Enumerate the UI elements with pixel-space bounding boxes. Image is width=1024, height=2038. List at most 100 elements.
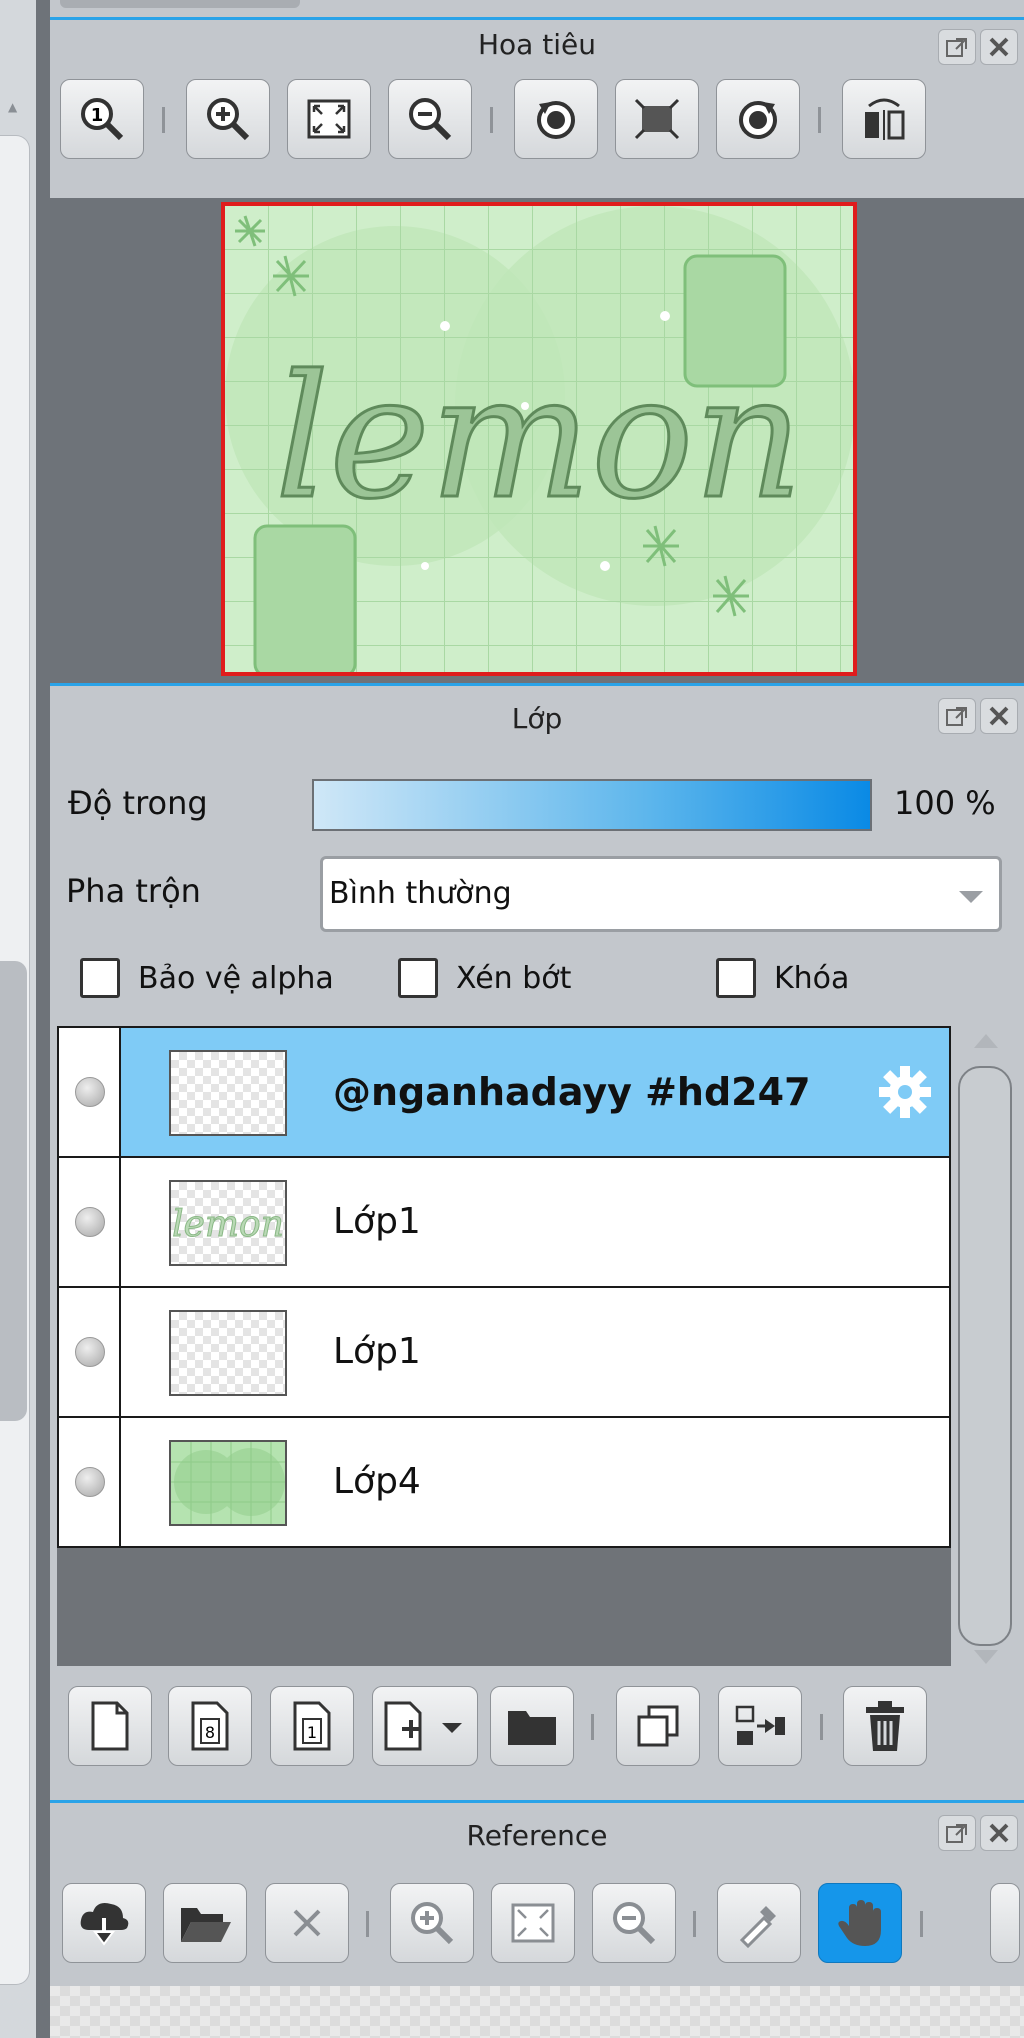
opacity-slider[interactable] [312, 779, 872, 831]
open-folder-icon[interactable] [163, 1883, 247, 1963]
detach-icon[interactable] [938, 698, 976, 734]
top-panel-strip [50, 0, 1024, 20]
new-1bit-layer-icon[interactable]: 1 [270, 1686, 354, 1766]
rotate-left-icon[interactable] [514, 79, 598, 159]
checkbox-box[interactable] [716, 958, 756, 998]
scrollbar-track[interactable] [958, 1066, 1012, 1646]
chevron-down-icon [959, 891, 983, 903]
layer-thumbnail [169, 1050, 287, 1136]
checkbox-box[interactable] [398, 958, 438, 998]
svg-text:1: 1 [91, 105, 104, 126]
cloud-download-icon[interactable] [62, 1883, 146, 1963]
layer-thumbnail [169, 1310, 287, 1396]
new-folder-icon[interactable] [490, 1686, 574, 1766]
layer-list-scrollbar[interactable] [954, 1026, 1016, 1666]
zoom-in-icon[interactable] [186, 79, 270, 159]
scroll-up-arrow-icon[interactable] [974, 1034, 998, 1048]
close-icon[interactable] [980, 29, 1018, 65]
scroll-up-arrow-icon[interactable]: ▲ [8, 100, 20, 114]
fit-to-window-icon[interactable] [491, 1883, 575, 1963]
layer-name: Lớp1 [333, 1201, 421, 1242]
visibility-dot-icon[interactable] [75, 1207, 105, 1237]
delete-layer-icon[interactable] [843, 1686, 927, 1766]
toolbar-separator [162, 107, 165, 133]
lock-checkbox[interactable]: Khóa [716, 958, 849, 998]
gear-icon[interactable] [875, 1062, 935, 1122]
visibility-dot-icon[interactable] [75, 1467, 105, 1497]
new-8bit-layer-icon[interactable]: 8 [168, 1686, 252, 1766]
new-layer-icon[interactable] [68, 1686, 152, 1766]
clipping-checkbox[interactable]: Xén bớt [398, 958, 571, 998]
blend-mode-value: Bình thường [329, 876, 512, 911]
toolbar-separator [818, 107, 821, 133]
navigator-title: Hoa tiêu [478, 28, 596, 61]
zoom-in-icon[interactable] [390, 1883, 474, 1963]
toolbar-separator [366, 1911, 369, 1937]
visibility-dot-icon[interactable] [75, 1077, 105, 1107]
toolbar-separator [490, 107, 493, 133]
layer-name: Lớp4 [333, 1461, 421, 1502]
left-panel-strip: ▲ [0, 0, 36, 2038]
layer-thumbnail [169, 1440, 287, 1526]
flip-horizontal-icon[interactable] [842, 79, 926, 159]
layer-name: @nganhadayy #hd247 [333, 1070, 811, 1114]
overflow-button[interactable] [990, 1883, 1020, 1963]
eyedropper-icon[interactable] [717, 1883, 801, 1963]
scroll-down-arrow-icon[interactable] [974, 1650, 998, 1664]
zoom-actual-icon[interactable]: 1 [60, 79, 144, 159]
opacity-label: Độ trong [68, 784, 208, 822]
layer-visibility-toggle[interactable] [59, 1158, 121, 1286]
hand-tool-icon[interactable] [818, 1883, 902, 1963]
layer-row[interactable]: Lớp4 [57, 1416, 951, 1548]
layer-visibility-toggle[interactable] [59, 1288, 121, 1416]
reference-toolbar [50, 1869, 1024, 1979]
detach-icon[interactable] [938, 29, 976, 65]
thumbnail-lettering: lemon [172, 1204, 284, 1245]
svg-text:8: 8 [205, 1723, 215, 1742]
zoom-out-icon[interactable] [388, 79, 472, 159]
close-icon[interactable] [980, 698, 1018, 734]
panel-divider[interactable] [36, 0, 50, 2038]
toolbar-separator [920, 1911, 923, 1937]
layer-list[interactable]: @nganhadayy #hd247 lemon Lớp1 Lớp1 Lớp4 [57, 1026, 951, 1666]
navigator-toolbar: 1 [50, 67, 1024, 167]
merge-down-icon[interactable] [718, 1686, 802, 1766]
visibility-dot-icon[interactable] [75, 1337, 105, 1367]
reference-canvas[interactable] [50, 1986, 1024, 2038]
navigator-panel: Hoa tiêu 1 lemon [50, 23, 1024, 683]
toolbar-separator [591, 1714, 594, 1740]
detach-icon[interactable] [938, 1815, 976, 1851]
svg-text:1: 1 [307, 1723, 317, 1742]
close-image-icon[interactable] [265, 1883, 349, 1963]
left-scrollbar-thumb[interactable] [0, 961, 27, 1421]
toolbar-separator [693, 1911, 696, 1937]
layer-name: Lớp1 [333, 1331, 421, 1372]
top-tab[interactable] [60, 0, 300, 8]
duplicate-layer-icon[interactable] [616, 1686, 700, 1766]
blend-mode-label: Pha trộn [66, 872, 201, 910]
reset-view-icon[interactable] [615, 79, 699, 159]
checkbox-box[interactable] [80, 958, 120, 998]
blend-mode-select[interactable]: Bình thường [320, 856, 1002, 932]
zoom-out-icon[interactable] [592, 1883, 676, 1963]
rotate-right-icon[interactable] [716, 79, 800, 159]
close-icon[interactable] [980, 1815, 1018, 1851]
lock-label: Khóa [774, 960, 850, 996]
reference-panel: Reference [50, 1800, 1024, 2038]
layer-thumbnail: lemon [169, 1180, 287, 1266]
navigator-view[interactable]: lemon [50, 198, 1024, 683]
navigator-canvas-preview[interactable]: lemon [221, 202, 857, 676]
protect-alpha-label: Bảo vệ alpha [138, 960, 334, 996]
layer-visibility-toggle[interactable] [59, 1028, 121, 1156]
protect-alpha-checkbox[interactable]: Bảo vệ alpha [80, 958, 334, 998]
navigator-header: Hoa tiêu [50, 23, 1024, 67]
layer-toolbar: 8 1 [50, 1672, 1024, 1782]
layer-row[interactable]: Lớp1 [57, 1286, 951, 1418]
add-layer-dropdown-icon[interactable] [372, 1686, 478, 1766]
layer-row[interactable]: lemon Lớp1 [57, 1156, 951, 1288]
layer-visibility-toggle[interactable] [59, 1418, 121, 1546]
layer-row[interactable]: @nganhadayy #hd247 [57, 1026, 951, 1158]
left-scrollbar[interactable] [0, 135, 30, 1985]
fit-to-window-icon[interactable] [287, 79, 371, 159]
toolbar-separator [820, 1714, 823, 1740]
